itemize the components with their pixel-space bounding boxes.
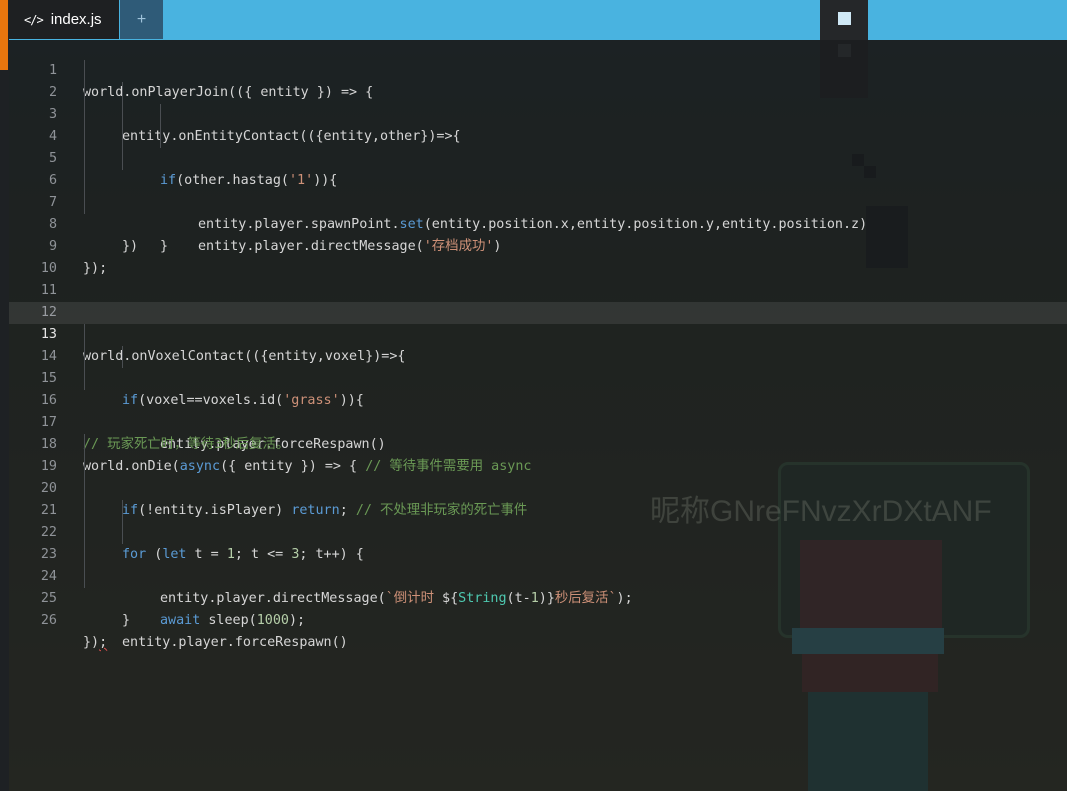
code-line[interactable]: 8 bbox=[9, 192, 1067, 232]
indent-guide bbox=[122, 82, 123, 104]
code-line[interactable]: 12 bbox=[9, 280, 1067, 320]
tower-window bbox=[838, 12, 851, 25]
indent-guide bbox=[84, 104, 85, 126]
code-line[interactable]: 25 entity.player.forceRespawn() bbox=[9, 566, 1067, 650]
line-number: 26 bbox=[40, 613, 57, 628]
left-edge-bar bbox=[0, 0, 9, 791]
indent-guide bbox=[160, 104, 161, 126]
code-line[interactable]: 14 if(voxel==voxels.id('grass')){ bbox=[9, 324, 1067, 408]
indent-guide bbox=[122, 104, 123, 126]
indent-guide bbox=[84, 368, 85, 390]
indent-guide bbox=[84, 346, 85, 368]
indent-guide bbox=[84, 126, 85, 148]
code-text: } bbox=[122, 613, 131, 628]
code-file-icon: </> bbox=[24, 12, 44, 27]
code-line[interactable]: 7 }) bbox=[9, 170, 1067, 254]
code-text: }); bbox=[83, 635, 108, 650]
add-tab-button[interactable]: + bbox=[120, 0, 163, 39]
accent-marker bbox=[0, 0, 8, 70]
indent-guide bbox=[84, 566, 85, 588]
code-line[interactable]: 15 entity.player.forceRespawn() bbox=[9, 346, 1067, 452]
code-line[interactable]: 3 if(other.hastag('1')){ bbox=[9, 82, 1067, 188]
code-line[interactable]: 26 }); bbox=[9, 588, 1067, 650]
tab-index-js[interactable]: </> index.js bbox=[9, 0, 119, 39]
indent-guide bbox=[84, 522, 85, 544]
code-line[interactable]: 6 } bbox=[9, 148, 1067, 254]
code-line[interactable]: 11 bbox=[9, 258, 1067, 298]
indent-guide bbox=[84, 434, 85, 456]
code-line[interactable]: 9 }); bbox=[9, 214, 1067, 276]
indent-guide bbox=[84, 170, 85, 192]
code-line[interactable]: 18 world.onDie(async({ entity }) => { //… bbox=[9, 412, 1067, 474]
indent-guide bbox=[122, 346, 123, 368]
indent-guide bbox=[84, 148, 85, 170]
code-line[interactable]: 24 } bbox=[9, 544, 1067, 628]
indent-guide bbox=[84, 500, 85, 522]
code-line[interactable]: 1 world.onPlayerJoin(({ entity }) => { bbox=[9, 38, 1067, 100]
code-text: entity.player.forceRespawn() bbox=[122, 635, 348, 650]
code-line[interactable]: 10 bbox=[9, 236, 1067, 276]
indent-guide bbox=[122, 126, 123, 148]
code-text: await sleep(1000); bbox=[160, 613, 306, 628]
code-line[interactable]: 5 entity.player.directMessage('存档成功') bbox=[9, 126, 1067, 254]
indent-guide bbox=[122, 522, 123, 544]
player-nickname-label: 昵称GNreFNvzXrDXtANF bbox=[650, 495, 992, 528]
indent-guide bbox=[84, 478, 85, 500]
code-line-current[interactable]: 13 world.onVoxelContact(({entity,voxel})… bbox=[9, 302, 1067, 364]
indent-guide bbox=[84, 82, 85, 104]
indent-guide bbox=[84, 60, 85, 82]
indent-guide bbox=[84, 544, 85, 566]
indent-guide bbox=[160, 126, 161, 148]
indent-guide bbox=[84, 192, 85, 214]
indent-guide bbox=[84, 324, 85, 346]
lint-warning: ; bbox=[99, 635, 108, 650]
code-line[interactable]: 19 if(!entity.isPlayer) return; // 不处理非玩… bbox=[9, 434, 1067, 518]
code-line[interactable]: 20 bbox=[9, 456, 1067, 496]
indent-guide bbox=[122, 500, 123, 522]
indent-guide bbox=[84, 456, 85, 478]
code-line[interactable]: 17 // 玩家死亡时，等待3秒后复活。 bbox=[9, 390, 1067, 452]
indent-guide bbox=[122, 148, 123, 170]
code-line[interactable]: 16 bbox=[9, 368, 1067, 408]
code-line[interactable]: 4 entity.player.spawnPoint.set(entity.po… bbox=[9, 104, 1067, 232]
tab-label: index.js bbox=[50, 11, 102, 28]
code-line[interactable]: 2 entity.onEntityContact(({entity,other}… bbox=[9, 60, 1067, 144]
